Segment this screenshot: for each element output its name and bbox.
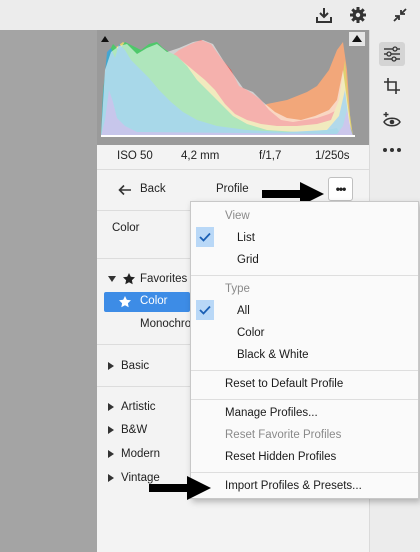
top-toolbar [0,0,420,30]
check-icon [196,300,214,320]
chevron-down-icon [108,276,116,282]
chevron-right-icon [108,474,114,482]
back-label: Back [140,183,166,195]
group-modern[interactable]: Modern [104,445,190,463]
menu-divider [191,399,418,400]
profile-item-label: Monochrome [140,318,190,330]
sliders-icon[interactable] [379,42,405,66]
menu-item-import-profiles[interactable]: Import Profiles & Presets... [225,480,362,492]
menu-item-reset-favorites: Reset Favorite Profiles [225,429,342,441]
profile-item-color[interactable]: Color [104,292,190,312]
profile-title: Profile [216,183,249,195]
group-favorites[interactable]: Favorites [104,270,190,288]
group-bw[interactable]: B&W [104,421,190,439]
star-icon [119,296,131,308]
exif-info-row: ISO 50 4,2 mm f/1,7 1/250s [97,145,369,169]
shutter-speed-value: 1/250s [315,150,350,162]
profile-options-menu: View List Grid Type All Color Black & Wh… [190,201,419,499]
group-label: Artistic [121,401,156,413]
menu-item-manage-profiles[interactable]: Manage Profiles... [225,407,318,419]
treatment-dropdown[interactable]: Color [104,214,190,240]
histogram [97,30,369,145]
back-button[interactable]: Back [114,181,174,199]
gear-icon[interactable] [344,0,372,30]
chevron-right-icon [108,426,114,434]
chevron-right-icon [108,403,114,411]
group-artistic[interactable]: Artistic [104,398,190,416]
download-icon[interactable] [310,0,338,30]
menu-header-view: View [225,210,250,222]
divider [97,169,369,170]
menu-item-reset-hidden[interactable]: Reset Hidden Profiles [225,451,336,463]
image-canvas-area [0,30,97,552]
profile-item-monochrome[interactable]: Monochrome [104,314,190,334]
redeye-icon[interactable] [379,108,405,132]
group-label: Basic [121,360,150,372]
ellipsis-icon: ••• [335,182,347,196]
check-icon [196,227,214,247]
menu-divider [191,370,418,371]
profile-options-button[interactable]: ••• [328,177,353,201]
chevron-right-icon [108,362,114,370]
annotation-arrow-icon [149,476,211,500]
group-basic[interactable]: Basic [104,357,190,375]
menu-item-all[interactable]: All [237,305,250,317]
menu-item-list[interactable]: List [237,232,255,244]
group-label: Favorites [140,273,188,285]
aperture-value: f/1,7 [259,150,282,162]
menu-header-type: Type [225,283,250,295]
menu-divider [191,472,418,473]
iso-value: ISO 50 [117,150,153,162]
treatment-value: Color [112,222,140,234]
menu-divider [191,275,418,276]
menu-item-black-white[interactable]: Black & White [237,349,309,361]
collapse-icon[interactable] [386,0,414,30]
menu-item-color[interactable]: Color [237,327,264,339]
back-arrow-icon [118,184,131,196]
focal-length-value: 4,2 mm [181,150,220,162]
star-icon [123,273,135,285]
chevron-right-icon [108,450,114,458]
group-label: B&W [121,424,148,436]
more-icon[interactable] [379,138,405,162]
profile-item-label: Color [140,295,168,307]
menu-item-grid[interactable]: Grid [237,254,259,266]
group-label: Modern [121,448,160,460]
menu-item-reset-default[interactable]: Reset to Default Profile [225,378,343,390]
crop-icon[interactable] [379,74,405,98]
